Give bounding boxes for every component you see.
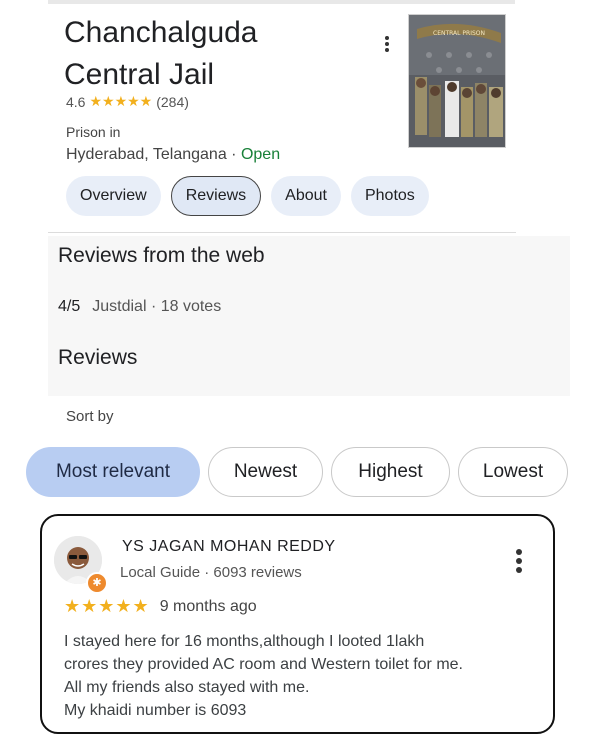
rating-value: 4.6 xyxy=(66,93,86,110)
review-count[interactable]: (284) xyxy=(156,94,189,110)
more-options-icon[interactable] xyxy=(381,34,393,58)
review-text: I stayed here for 16 months,although I l… xyxy=(64,630,544,722)
rating-row: 4.6 ★★★★★ (284) xyxy=(66,93,189,110)
web-review-score: 4/5 xyxy=(58,298,81,315)
sort-lowest-chip[interactable]: Lowest xyxy=(458,447,568,497)
separator: · xyxy=(231,146,237,163)
review-more-icon[interactable] xyxy=(514,546,524,576)
review-card: ✱ YS JAGAN MOHAN REDDY Local Guide · 609… xyxy=(40,514,555,734)
place-photo[interactable]: CENTRAL PRISON xyxy=(408,14,506,148)
place-category: Prison in xyxy=(66,124,121,140)
tab-photos[interactable]: Photos xyxy=(350,176,429,216)
review-text-line: All my friends also stayed with me. xyxy=(64,679,310,696)
web-review-row[interactable]: 4/5 Justdial · 18 votes xyxy=(58,298,221,316)
sort-highest-chip[interactable]: Highest xyxy=(331,447,450,497)
place-location: Hyderabad, Telangana xyxy=(66,146,227,163)
review-rating-row: ★★★★★ 9 months ago xyxy=(64,596,257,617)
place-title-line1: Chanchalguda xyxy=(64,16,258,49)
place-tabs: Overview Reviews About Photos xyxy=(66,176,429,216)
reviews-heading: Reviews xyxy=(58,346,138,369)
local-guide-icon: ✱ xyxy=(86,572,108,594)
review-time: 9 months ago xyxy=(159,597,257,615)
sort-most-relevant-chip[interactable]: Most relevant xyxy=(26,447,200,497)
sort-by-label: Sort by xyxy=(66,408,114,425)
place-title-line2: Central Jail xyxy=(64,58,215,91)
sort-newest-chip[interactable]: Newest xyxy=(208,447,323,497)
tab-about[interactable]: About xyxy=(271,176,341,216)
review-text-line: My khaidi number is 6093 xyxy=(64,702,247,719)
web-review-source: Justdial · 18 votes xyxy=(92,298,222,315)
reviewer-name[interactable]: YS JAGAN MOHAN REDDY xyxy=(122,538,336,556)
review-text-line: I stayed here for 16 months,although I l… xyxy=(64,633,425,650)
place-location-row: Hyderabad, Telangana · Open xyxy=(66,146,280,164)
review-text-line: crores they provided AC room and Western… xyxy=(64,656,463,673)
svg-text:CENTRAL PRISON: CENTRAL PRISON xyxy=(433,30,485,37)
tab-reviews[interactable]: Reviews xyxy=(170,176,262,216)
review-stars-icon: ★★★★★ xyxy=(64,596,150,616)
reviewer-meta: Local Guide · 6093 reviews xyxy=(120,564,302,581)
section-divider xyxy=(48,232,516,233)
sort-chips: Most relevant Newest Highest Lowest xyxy=(26,447,568,497)
web-reviews-heading: Reviews from the web xyxy=(58,244,265,267)
rating-stars-icon: ★★★★★ xyxy=(89,93,153,109)
jail-photo-image: CENTRAL PRISON xyxy=(409,15,505,147)
place-title: Chanchalguda Central Jail xyxy=(64,12,384,96)
tab-overview[interactable]: Overview xyxy=(66,176,161,216)
top-divider xyxy=(48,0,515,4)
open-status: Open xyxy=(240,146,281,163)
